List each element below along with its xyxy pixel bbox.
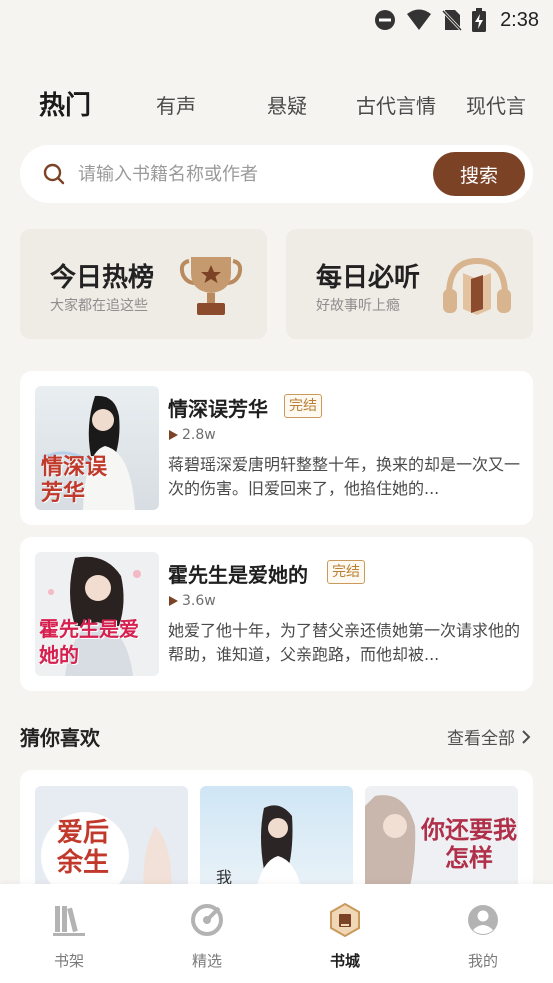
nav-featured[interactable]: 精选: [162, 884, 252, 983]
wifi-icon: [407, 9, 432, 30]
status-badge: 完结: [284, 394, 322, 418]
nav-label: 书架: [53, 952, 84, 970]
status-bar: 2:38: [0, 0, 553, 40]
bookshelf-icon: [53, 906, 85, 936]
book-cover: 情深误芳华: [35, 386, 159, 510]
feature-subtitle: 好故事听上瘾: [316, 298, 400, 314]
search-bar: 搜索: [20, 145, 533, 203]
nav-bookstore[interactable]: 书城: [300, 884, 390, 983]
category-tabs: 热门 有声 悬疑 古代言情 现代言: [0, 82, 553, 130]
play-icon: [169, 430, 178, 440]
tab-hot[interactable]: 热门: [39, 82, 91, 130]
play-icon: [169, 596, 178, 606]
tab-modern-romance[interactable]: 现代言: [466, 82, 526, 130]
cover-title: 霍先生是爱她的: [39, 617, 139, 667]
status-icons: 2:38: [374, 7, 539, 33]
bottom-navigation: 书架 精选 书城 我的: [0, 884, 553, 983]
tab-audio[interactable]: 有声: [156, 82, 196, 130]
daily-must-listen-card[interactable]: 每日必听 好故事听上瘾: [286, 229, 533, 339]
nav-profile[interactable]: 我的: [438, 884, 528, 983]
section-title: 猜你喜欢: [20, 726, 100, 750]
headphones-book-icon: [443, 257, 511, 315]
nav-label: 精选: [191, 952, 222, 970]
tab-ancient-romance[interactable]: 古代言情: [356, 82, 436, 130]
book-cover: 霍先生是爱她的: [35, 552, 159, 676]
chevron-right-icon: [522, 729, 531, 744]
book-title: 情深误芳华: [168, 397, 268, 421]
feature-subtitle: 大家都在追这些: [50, 298, 148, 314]
recommended-book[interactable]: 爱后余生: [35, 786, 188, 900]
play-count: 3.6w: [168, 593, 216, 609]
clock: 2:38: [500, 8, 539, 31]
play-count-value: 2.8w: [182, 427, 216, 443]
book-title: 霍先生是爱她的: [168, 563, 308, 587]
cover-title: 情深误芳华: [41, 454, 108, 506]
no-sim-icon: [442, 9, 463, 32]
nav-label: 我的: [467, 952, 498, 970]
recommendation-list: 爱后余生 我 你还要我怎样: [20, 770, 533, 900]
play-count: 2.8w: [168, 427, 216, 443]
book-card[interactable]: 情深误芳华 情深误芳华 完结 2.8w 蒋碧瑶深爱唐明轩整整十年，换来的却是一次…: [20, 371, 533, 525]
nav-label: 书城: [329, 952, 360, 970]
search-input[interactable]: [78, 159, 438, 189]
status-badge: 完结: [327, 560, 365, 584]
feature-title: 今日热榜: [50, 263, 155, 293]
do-not-disturb-icon: [375, 10, 396, 30]
nav-bookshelf[interactable]: 书架: [24, 884, 114, 983]
daily-hot-list-card[interactable]: 今日热榜 大家都在追这些: [20, 229, 267, 339]
recommended-book[interactable]: 我: [200, 786, 353, 900]
book-description: 蒋碧瑶深爱唐明轩整整十年，换来的却是一次又一次的伤害。旧爱回来了，他掐住她的..…: [168, 455, 520, 498]
bookstore-icon: [330, 902, 360, 938]
recommended-book[interactable]: 你还要我怎样: [365, 786, 518, 900]
trophy-icon: [179, 257, 243, 315]
battery-charging-icon: [472, 8, 487, 32]
search-icon: [43, 163, 65, 185]
play-count-value: 3.6w: [182, 593, 216, 609]
profile-icon: [468, 905, 498, 935]
search-button[interactable]: 搜索: [433, 152, 525, 196]
feature-title: 每日必听: [316, 263, 421, 293]
book-card[interactable]: 霍先生是爱她的 霍先生是爱她的 完结 3.6w 她爱了他十年，为了替父亲还债她第…: [20, 537, 533, 691]
see-all-label: 查看全部: [447, 729, 515, 749]
featured-icon: [191, 904, 223, 936]
book-description: 她爱了他十年，为了替父亲还债她第一次请求他的帮助，谁知道，父亲跑路，而他却被..…: [168, 621, 520, 664]
cover-title: 你还要我怎样: [421, 815, 517, 872]
cover-title: 爱后余生: [57, 818, 110, 878]
tab-suspense[interactable]: 悬疑: [267, 82, 307, 130]
see-all-link[interactable]: 查看全部: [447, 724, 531, 749]
